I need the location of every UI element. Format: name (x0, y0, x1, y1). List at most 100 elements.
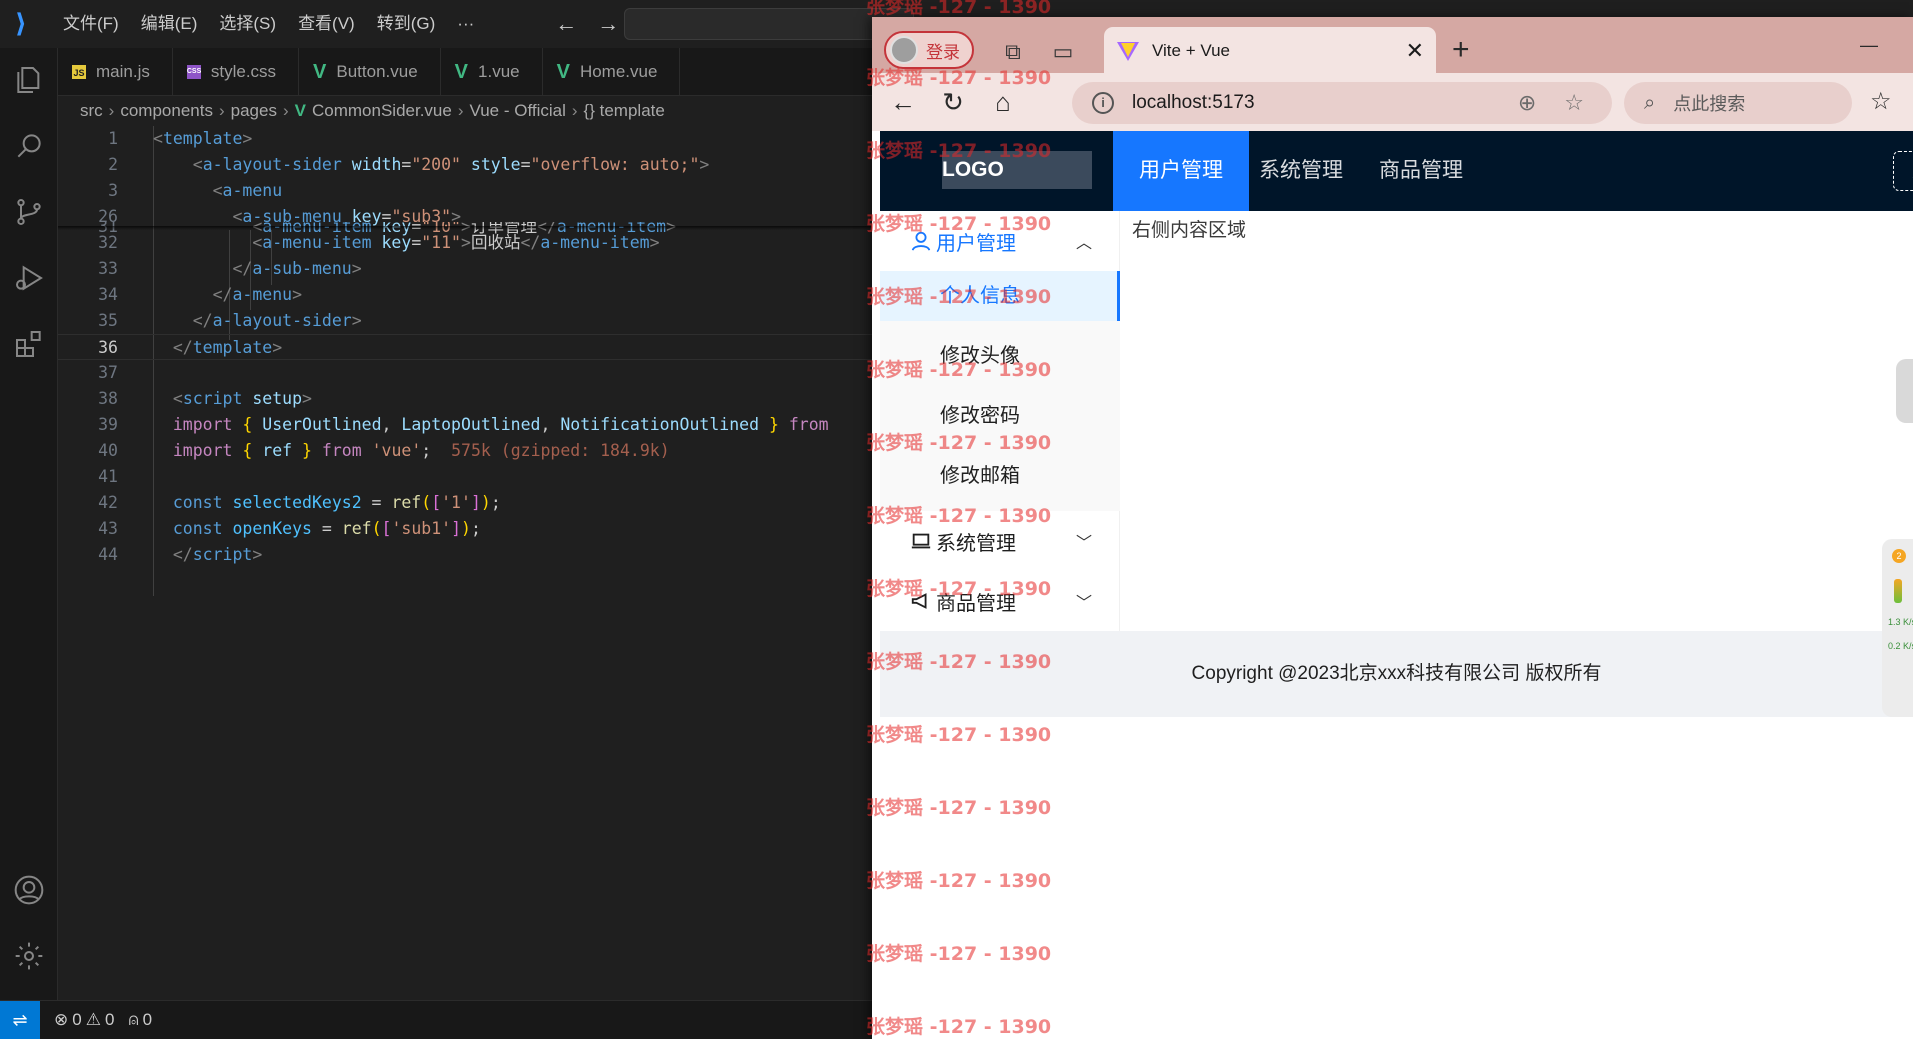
menu-file[interactable]: 文件(F) (52, 0, 130, 48)
page-footer: Copyright @2023北京xxx科技有限公司 版权所有 (880, 631, 1913, 717)
code-line: 2 <a-layout-sider width="200" style="ove… (108, 155, 710, 174)
menu-more[interactable]: ··· (446, 0, 485, 48)
tab-label: Home.vue (579, 62, 658, 81)
tab-button-vue[interactable]: V Button.vue (299, 48, 441, 96)
collections-icon[interactable]: ⧉ (1000, 39, 1026, 65)
minimize-icon[interactable]: — (1860, 35, 1878, 56)
nav-user-management[interactable]: 用户管理 (1113, 131, 1249, 211)
new-tab-icon[interactable]: + (1452, 35, 1470, 65)
code-line: 37 (98, 363, 118, 382)
status-bar: ⇌ ⊗ 0 ⚠ 0 ⍝ 0 (0, 1000, 872, 1039)
browser-tab-active[interactable]: Vite + Vue ✕ (1104, 27, 1436, 75)
chevron-down-icon: ﹀ (1075, 595, 1092, 612)
back-arrow-icon[interactable]: ← (555, 11, 577, 37)
explorer-icon[interactable] (9, 60, 49, 100)
ports-status[interactable]: ⍝ 0 (128, 1010, 152, 1030)
vue-icon: V (556, 60, 570, 83)
settings-gear-icon[interactable] (9, 936, 49, 976)
tab-home-vue[interactable]: V Home.vue (543, 48, 681, 96)
breadcrumb-item[interactable]: pages (231, 101, 277, 121)
problems-status[interactable]: ⊗ 0 ⚠ 0 (54, 1010, 114, 1030)
code-line: 3 <a-menu (108, 181, 283, 200)
menu-view[interactable]: 查看(V) (287, 0, 366, 48)
download-speed: 0.2 K/s (1888, 641, 1913, 651)
content-area-text: 右侧内容区域 (1132, 220, 1247, 241)
activity-bar (0, 48, 58, 1000)
code-line: 34 </a-menu> (98, 285, 303, 304)
tab-main-js[interactable]: JS main.js (58, 48, 173, 96)
site-info-icon[interactable]: i (1092, 92, 1114, 114)
account-icon[interactable] (9, 870, 49, 910)
vue-icon: V (294, 101, 306, 120)
logout-button[interactable]: 退 出 (1893, 151, 1913, 191)
menu-item-profile[interactable]: 个人信息 (880, 271, 1120, 321)
close-tab-icon[interactable]: ✕ (1406, 38, 1424, 64)
refresh-icon[interactable]: ↻ (938, 87, 968, 117)
breadcrumb-item[interactable]: {} template (584, 101, 665, 121)
back-icon[interactable]: ← (888, 87, 918, 117)
profile-button[interactable]: 登录 (884, 31, 974, 69)
search-box[interactable]: ⌕ 点此搜索 (1624, 82, 1852, 124)
nav-product-management[interactable]: 商品管理 (1353, 131, 1489, 211)
nav-system-management[interactable]: 系统管理 (1233, 131, 1369, 211)
run-debug-icon[interactable] (9, 258, 49, 298)
chevron-up-icon: ︿ (1075, 235, 1092, 252)
menu-edit[interactable]: 编辑(E) (130, 0, 209, 48)
breadcrumb-item[interactable]: src (80, 101, 103, 121)
chevron-down-icon: ﹀ (1075, 535, 1092, 552)
command-center[interactable] (624, 8, 914, 40)
avatar (890, 36, 918, 64)
code-line: 44 </script> (98, 545, 263, 564)
breadcrumb-item[interactable]: components (120, 101, 213, 121)
network-monitor-widget[interactable]: 2 1.3 K/s 0.2 K/s (1882, 539, 1913, 717)
css-icon: CSS (186, 65, 201, 79)
favorites-icon[interactable]: ☆ (1870, 87, 1892, 116)
url-text[interactable]: localhost:5173 (1132, 92, 1518, 114)
menu-item-avatar[interactable]: 修改头像 (880, 331, 1120, 381)
home-icon[interactable]: ⌂ (988, 87, 1018, 117)
tab-1-vue[interactable]: V 1.vue (441, 48, 543, 96)
breadcrumb-item[interactable]: Vue - Official (470, 101, 566, 121)
search-icon: ⌕ (1644, 91, 1656, 114)
submenu-label: 商品管理 (936, 592, 1016, 615)
forward-arrow-icon[interactable]: → (597, 11, 619, 37)
code-line: 33 </a-sub-menu> (98, 259, 362, 278)
breadcrumb: src › components › pages › V CommonSider.vue… (80, 101, 665, 121)
vite-icon (1117, 42, 1139, 61)
menu-selection[interactable]: 选择(S) (208, 0, 287, 48)
code-line: 38 <script setup> (98, 389, 312, 408)
menu-item-email[interactable]: 修改邮箱 (880, 451, 1120, 501)
code-editor[interactable]: 1 <template> 2 <a-layout-sider width="200… (58, 126, 872, 1000)
zoom-icon[interactable]: ⊕ (1518, 90, 1536, 116)
web-page: LOGO 用户管理 系统管理 商品管理 退 出 用户管理 ︿ 个人信息 修改头像… (872, 131, 1913, 1039)
address-bar[interactable]: i localhost:5173 ⊕ ☆ (1072, 82, 1612, 124)
extensions-icon[interactable] (9, 324, 49, 364)
submenu-user-management[interactable]: 用户管理 ︿ (880, 211, 1120, 271)
vscode-logo-icon: ⟩ (15, 9, 27, 39)
menu-item-password[interactable]: 修改密码 (880, 391, 1120, 441)
tab-style-css[interactable]: CSS style.css (173, 48, 300, 96)
tab-label: main.js (96, 62, 150, 81)
code-line: 40 import { ref } from 'vue'; 575k (gzip… (98, 441, 670, 460)
menu-bar: 文件(F) 编辑(E) 选择(S) 查看(V) 转到(G) ··· (52, 0, 485, 48)
vscode-window: ⟩ 文件(F) 编辑(E) 选择(S) 查看(V) 转到(G) ··· ← → (0, 0, 914, 1039)
code-line: 35 </a-layout-sider> (98, 311, 362, 330)
tab-label: 1.vue (478, 62, 520, 81)
warning-icon: ⚠ (85, 1010, 101, 1029)
search-icon[interactable] (9, 126, 49, 166)
source-control-icon[interactable] (9, 192, 49, 232)
favorite-star-icon[interactable]: ☆ (1564, 90, 1584, 116)
menu-go[interactable]: 转到(G) (366, 0, 447, 48)
submenu-product-management[interactable]: 商品管理 ﹀ (880, 571, 1120, 631)
submenu-label: 用户管理 (936, 232, 1016, 255)
submenu-system-management[interactable]: 系统管理 ﹀ (880, 511, 1120, 571)
ports-count: 0 (142, 1010, 153, 1029)
breadcrumb-item[interactable]: CommonSider.vue (312, 101, 452, 121)
submenu-items: 个人信息 修改头像 修改密码 修改邮箱 (880, 271, 1120, 511)
remote-icon[interactable]: ⇌ (0, 1000, 40, 1039)
code-line: 1 <template> (108, 129, 253, 148)
logo: LOGO (942, 151, 1092, 189)
submenu-label: 系统管理 (936, 532, 1016, 555)
sidebar-toggle-handle[interactable] (1896, 359, 1913, 423)
tab-actions-icon[interactable]: ▭ (1050, 39, 1076, 65)
